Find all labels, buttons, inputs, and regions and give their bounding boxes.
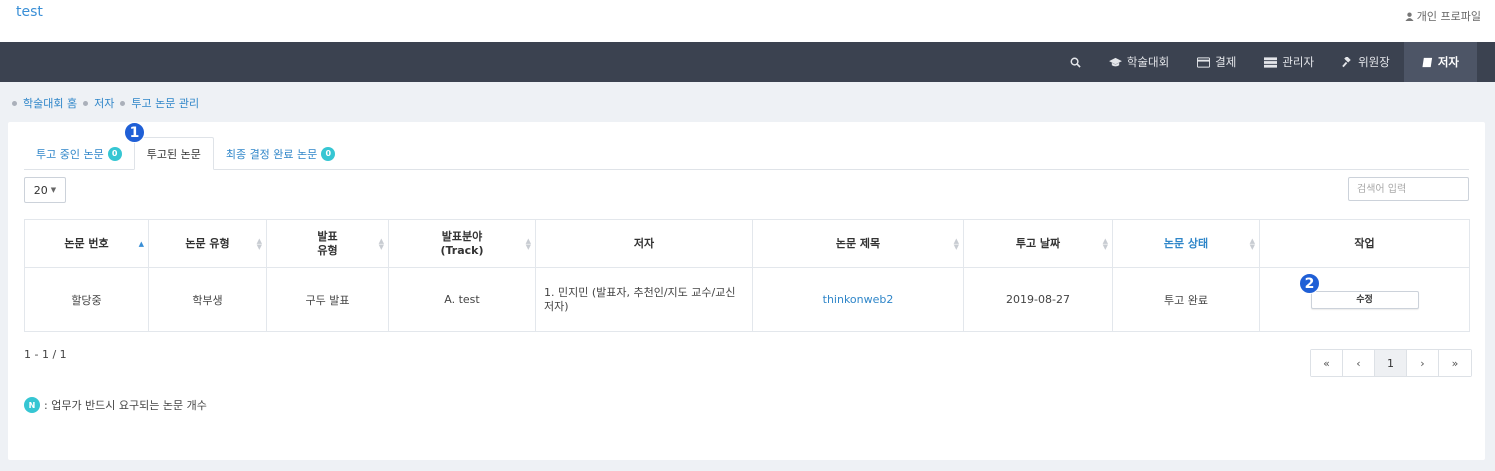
col-submit-date[interactable]: 투고 날짜 ▲ ▼ [963,219,1113,268]
page-size-value: 20 [33,183,48,197]
annotation-marker-1: 1 [124,122,145,143]
sort-icon: ▲ ▼ [256,236,262,251]
nav-conference[interactable]: 학술대회 [1095,42,1183,82]
col-title[interactable]: 논문 제목 ▲ ▼ [752,219,964,268]
first-page-button[interactable]: « [1311,350,1343,376]
paper-title-link[interactable]: thinkonweb2 [823,293,894,306]
sort-icon: ▲ ▼ [953,236,959,251]
table-header-row: 논문 번호 ▲ 논문 유형 ▲ ▼ 발표 유형 ▲ ▼ 발표분야 (Track) ▲ ▼ 저자… [24,219,1470,268]
nav-payment[interactable]: 결제 [1183,42,1250,82]
table-row: 할당중 학부생 구두 발표 A. test 1. 민지민 (발표자, 추천인/지… [24,267,1470,332]
cell-type: 학부생 [148,267,267,332]
profile-label: 개인 프로파일 [1416,10,1481,23]
cell-date: 2019-08-27 [963,267,1113,332]
col-track[interactable]: 발표분야 (Track) ▲ ▼ [388,219,536,268]
user-icon [1405,12,1414,21]
profile-link[interactable]: 개인 프로파일 [1405,8,1481,24]
col-action: 작업 [1259,219,1470,268]
nav-label: 저자 [1437,55,1459,69]
nav-label: 학술대회 [1126,55,1170,69]
main-navbar: 학술대회 결제 관리자 위원장 저자 [0,42,1495,82]
sort-asc-icon: ▲ [138,239,144,248]
breadcrumb: 학술대회 홈 저자 투고 논문 관리 [12,95,199,111]
col-author: 저자 [535,219,753,268]
cell-title: thinkonweb2 [752,267,964,332]
tab-label: 최종 결정 완료 논문 [225,147,318,161]
page-1-button[interactable]: 1 [1375,350,1407,376]
edit-button[interactable]: 수정 [1310,290,1419,309]
annotation-marker-2: 2 [1299,273,1320,294]
brand-title[interactable]: test [16,4,43,20]
graduation-cap-icon [1108,57,1122,66]
sort-icon: ▲ ▼ [378,236,384,251]
search-input[interactable] [1348,177,1469,201]
credit-card-icon [1197,56,1211,68]
nav-author[interactable]: 저자 [1403,42,1477,82]
content-card: 투고 중인 논문 0 투고된 논문 최종 결정 완료 논문 0 1 20 ▼ 논… [8,122,1485,460]
cell-status: 투고 완료 [1112,267,1260,332]
col-paper-number[interactable]: 논문 번호 ▲ [24,219,149,268]
col-presentation-type[interactable]: 발표 유형 ▲ ▼ [266,219,389,268]
sort-icon: ▲ ▼ [1249,236,1255,251]
sort-icon: ▲ ▼ [1102,236,1108,251]
breadcrumb-author[interactable]: 저자 [94,95,114,111]
count-badge: 0 [107,146,122,161]
papers-table: 논문 번호 ▲ 논문 유형 ▲ ▼ 발표 유형 ▲ ▼ 발표분야 (Track) ▲ ▼ 저자… [24,219,1470,332]
nav-admin[interactable]: 관리자 [1250,42,1328,82]
pagination: « ‹ 1 › » [1310,349,1472,377]
nav-label: 관리자 [1282,55,1315,69]
search-icon [1070,57,1081,68]
sort-icon: ▲ ▼ [525,236,531,251]
nav-label: 결제 [1215,55,1237,69]
breadcrumb-home[interactable]: 학술대회 홈 [23,95,77,111]
last-page-button[interactable]: » [1439,350,1471,376]
legend-badge: N [24,397,40,413]
book-icon [1422,57,1432,67]
cell-presentation: 구두 발표 [266,267,389,332]
legend: N : 업무가 반드시 요구되는 논문 개수 [24,397,207,413]
paper-tabs: 투고 중인 논문 0 투고된 논문 최종 결정 완료 논문 0 [24,137,1469,170]
col-paper-type[interactable]: 논문 유형 ▲ ▼ [148,219,267,268]
tab-submitted[interactable]: 투고된 논문 [133,137,214,170]
cell-action: 수정 [1259,267,1470,332]
cell-track: A. test [388,267,536,332]
next-page-button[interactable]: › [1407,350,1439,376]
caret-down-icon: ▼ [50,186,57,194]
prev-page-button[interactable]: ‹ [1343,350,1375,376]
nav-label: 위원장 [1358,55,1390,69]
cell-author: 1. 민지민 (발표자, 추천인/지도 교수/교신저자) [535,267,753,332]
tab-label: 투고된 논문 [146,147,201,161]
nav-search[interactable] [1056,42,1095,82]
list-icon [1264,56,1278,68]
tab-submitting[interactable]: 투고 중인 논문 0 [24,137,134,170]
tab-label: 투고 중인 논문 [36,147,104,161]
col-status[interactable]: 논문 상태 ▲ ▼ [1112,219,1260,268]
legend-text: : 업무가 반드시 요구되는 논문 개수 [44,399,207,412]
top-bar: test 개인 프로파일 [0,0,1495,42]
breadcrumb-current[interactable]: 투고 논문 관리 [131,95,199,111]
cell-number: 할당중 [24,267,149,332]
page-size-select[interactable]: 20 ▼ [24,177,66,203]
count-badge: 0 [321,146,336,161]
nav-chair[interactable]: 위원장 [1328,42,1404,82]
gavel-icon [1342,56,1351,67]
tab-final-decision[interactable]: 최종 결정 완료 논문 0 [214,137,347,170]
result-count: 1 - 1 / 1 [24,348,67,361]
